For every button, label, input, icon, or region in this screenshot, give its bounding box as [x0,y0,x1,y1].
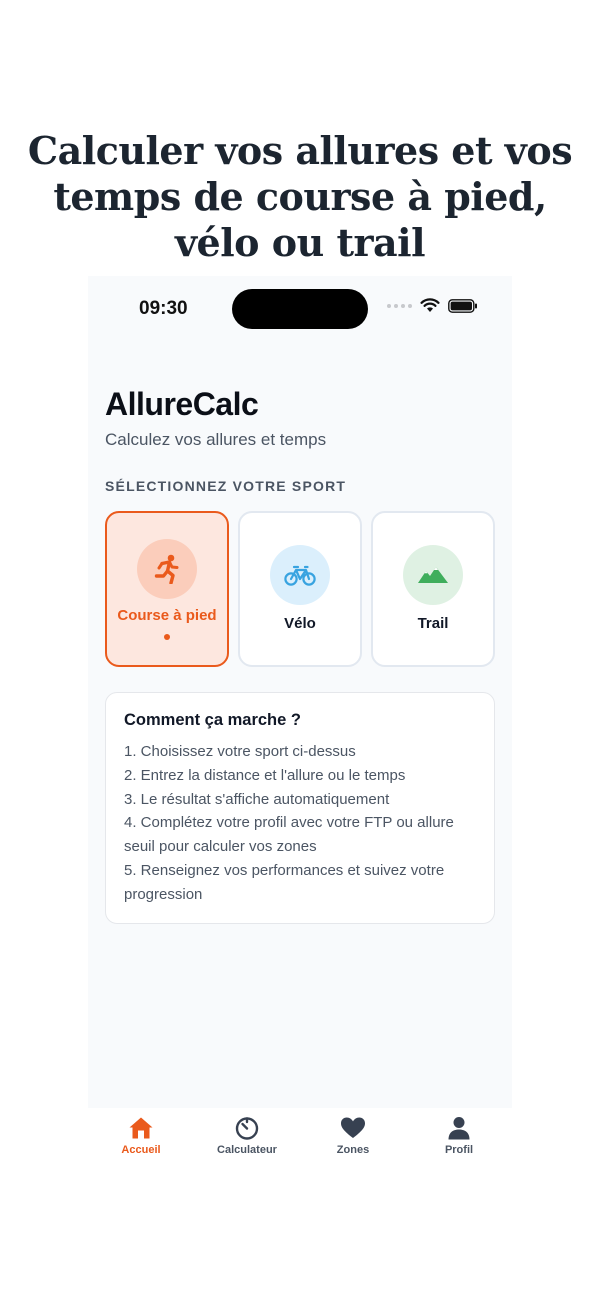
sport-card-trail[interactable]: Trail [371,511,495,667]
tab-label-profil: Profil [444,1144,474,1156]
battery-icon [448,298,477,313]
how-it-works-title: Comment ça marche ? [124,711,301,729]
tab-calculateur[interactable]: Calculateur [194,1108,300,1168]
timer-icon [235,1117,259,1140]
tab-label-accueil: Accueil [121,1144,161,1156]
app-title: AllureCalc [105,386,259,422]
step-line: 2. Entrez la distance et l'allure ou le … [124,766,406,784]
step-line: seuil pour calculer vos zones [124,838,317,856]
wifi-icon [420,298,440,312]
bike-icon [270,545,330,605]
sport-card-course[interactable]: Course à pied [105,511,229,667]
tab-zones[interactable]: Zones [300,1108,406,1168]
phone-screen: 09:30 AllureCalc Calculez vos allures et… [88,276,512,1108]
selected-indicator [164,634,170,640]
step-line: 1. Choisissez votre sport ci-dessus [124,743,356,760]
dynamic-island [232,289,368,329]
tab-accueil[interactable]: Accueil [88,1108,194,1168]
sport-label-velo: Vélo [284,615,316,632]
tab-profil[interactable]: Profil [406,1108,512,1168]
how-it-works-steps: 1. Choisissez votre sport ci-dessus 2. E… [124,740,476,907]
user-icon [448,1117,470,1140]
headline-line-3: vélo ou trail [174,220,426,265]
signal-icon [387,303,412,308]
tab-label-calculateur: Calculateur [217,1144,277,1156]
step-line: 3. Le résultat s'affiche automatiquement [124,790,390,808]
step-line: 4. Complétez votre profil avec votre FTP… [124,814,454,832]
headline-line-1: Calculer vos allures et vos [27,128,573,173]
how-it-works-card: Comment ça marche ? 1. Choisissez votre … [105,692,495,924]
app-subtitle: Calculez vos allures et temps [105,430,327,449]
sport-label-trail: Trail [417,615,449,632]
promo-headline: Calculer vos allures et vos temps de cou… [0,128,600,266]
step-line: 5. Renseignez vos performances et suivez… [124,861,445,879]
sport-section-label: SÉLECTIONNEZ VOTRE SPORT [105,478,347,494]
sport-card-velo[interactable]: Vélo [238,511,362,667]
step-line: progression [124,885,203,903]
status-icons [387,298,478,313]
home-icon [129,1117,153,1139]
sport-label-course: Course à pied [117,607,217,624]
tab-bar: Accueil Calculateur Zones Profil [88,1108,512,1168]
runner-icon [137,539,197,599]
headline-line-2: temps de course à pied, [53,174,547,219]
heart-icon [341,1117,365,1138]
mountain-icon [403,545,463,605]
tab-label-zones: Zones [336,1144,370,1156]
status-time: 09:30 [139,298,188,319]
